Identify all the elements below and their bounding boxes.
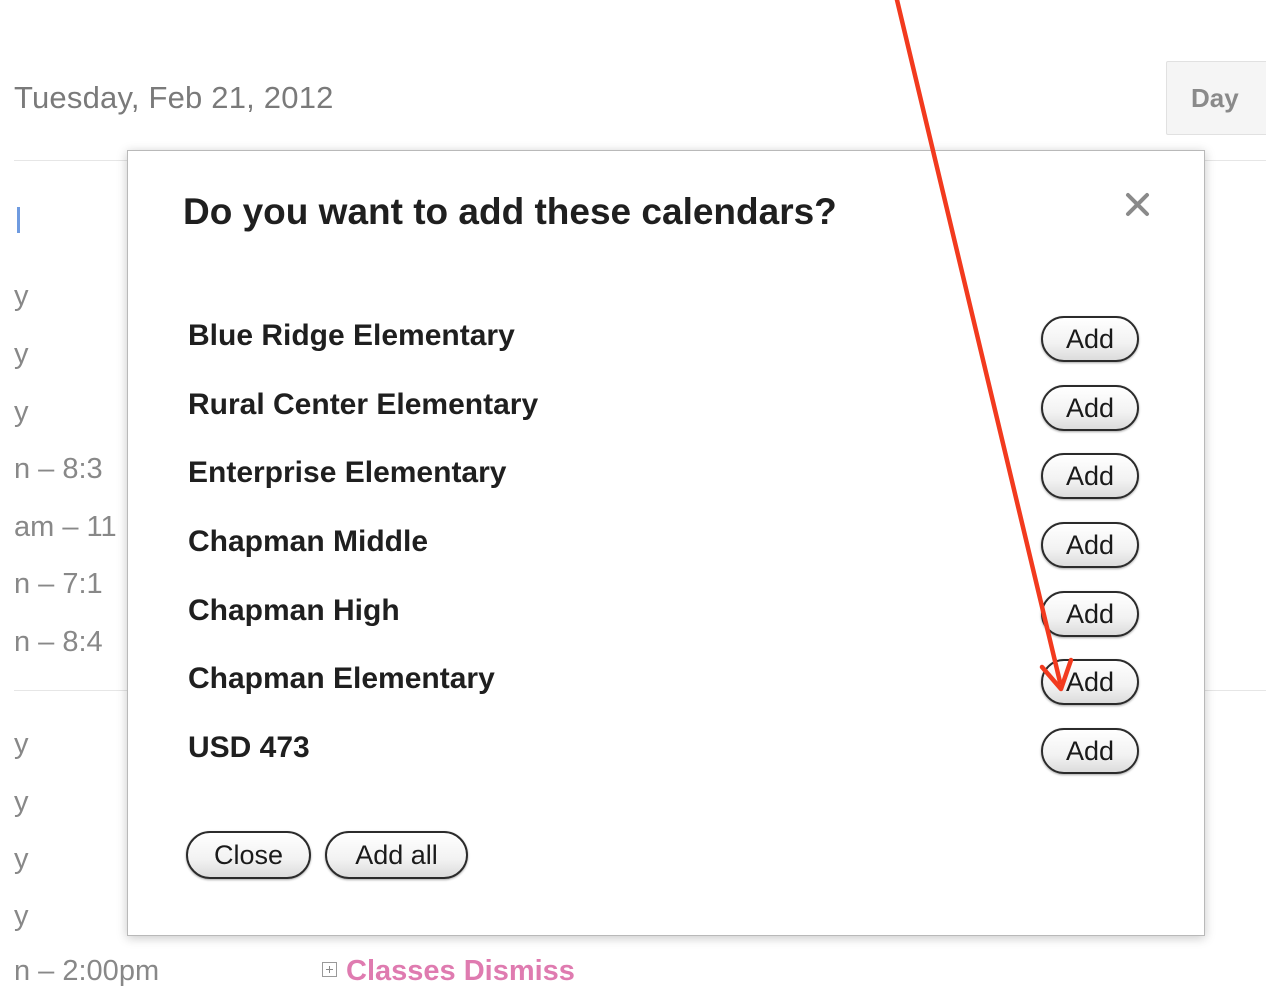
dialog-title: Do you want to add these calendars? (183, 191, 837, 232)
calendar-row: USD 473 Add (188, 723, 1148, 792)
agenda-row-text: n – 7:1 (14, 568, 103, 600)
calendar-name: Blue Ridge Elementary (188, 319, 515, 352)
close-button[interactable]: Close (186, 831, 311, 879)
add-all-button[interactable]: Add all (325, 831, 468, 879)
day-view-button[interactable]: Day (1166, 61, 1266, 135)
event-item[interactable]: Classes Dismiss (322, 955, 575, 988)
agenda-row-text: n – 8:4 (14, 626, 103, 658)
calendar-name: Rural Center Elementary (188, 387, 539, 421)
calendar-row: Blue Ridge Elementary Add (188, 311, 1148, 380)
agenda-row-text: y (14, 786, 29, 818)
calendar-row: Chapman Middle Add (188, 517, 1148, 586)
calendar-row: Chapman High Add (188, 586, 1148, 655)
calendar-name: Enterprise Elementary (188, 456, 507, 490)
calendar-name: USD 473 (188, 731, 310, 765)
calendar-row: Rural Center Elementary Add (188, 380, 1148, 449)
calendar-row: Enterprise Elementary Add (188, 448, 1148, 517)
agenda-row-text: am – 11 (14, 511, 117, 543)
calendar-color-marker (17, 207, 20, 233)
calendar-list: Blue Ridge Elementary Add Rural Center E… (188, 311, 1148, 792)
add-calendar-button[interactable]: Add (1041, 384, 1139, 431)
agenda-row-text: n – 2:00pm (14, 955, 160, 987)
agenda-row-text: y (14, 728, 29, 760)
agenda-row-text: y (14, 900, 29, 932)
agenda-row-text: y (14, 280, 29, 312)
calendar-name: Chapman Middle (188, 525, 429, 559)
add-calendar-button[interactable]: Add (1041, 316, 1139, 362)
add-calendar-button[interactable]: Add (1041, 453, 1139, 500)
add-calendar-button[interactable]: Add (1041, 728, 1139, 775)
add-calendar-button[interactable]: Add (1041, 590, 1139, 637)
add-calendars-dialog: Do you want to add these calendars? Blue… (127, 150, 1205, 936)
add-calendar-button[interactable]: Add (1041, 522, 1139, 569)
agenda-row-text: y (14, 843, 29, 875)
calendar-name: Chapman High (188, 593, 400, 627)
event-title: Classes Dismiss (346, 955, 575, 987)
agenda-row-text: n – 8:3 (14, 453, 103, 485)
agenda-row-text: y (14, 396, 29, 428)
add-calendar-button[interactable]: Add (1041, 659, 1139, 706)
calendar-name: Chapman Elementary (188, 662, 495, 696)
calendar-row: Chapman Elementary Add (188, 654, 1148, 723)
expand-icon[interactable] (322, 961, 337, 977)
date-header: Tuesday, Feb 21, 2012 (14, 80, 334, 115)
agenda-row-text: y (14, 338, 29, 370)
close-x-icon[interactable] (1118, 185, 1158, 225)
